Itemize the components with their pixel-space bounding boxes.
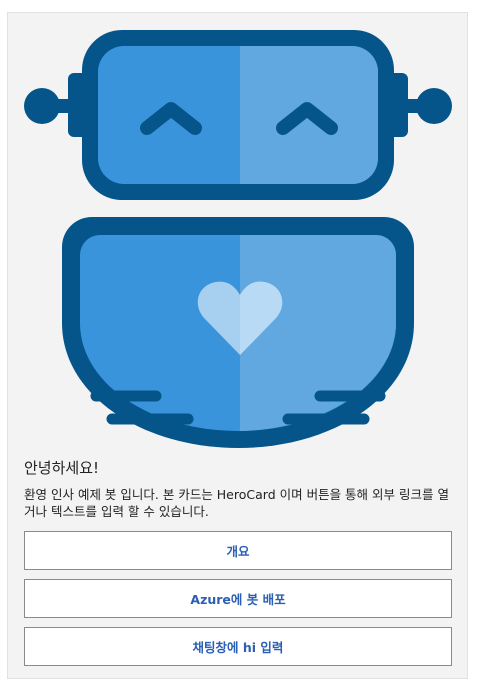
hero-card: 안녕하세요! 환영 인사 예제 봇 입니다. 본 카드는 HeroCard 이며… (7, 12, 468, 679)
overview-button[interactable]: 개요 (24, 531, 452, 570)
card-title: 안녕하세요! (24, 459, 100, 477)
type-hi-button[interactable]: 채팅창에 hi 입력 (24, 627, 452, 666)
robot-body (62, 217, 414, 448)
card-text: 환영 인사 예제 봇 입니다. 본 카드는 HeroCard 이며 버튼을 통해… (24, 487, 449, 519)
robot-head (24, 30, 452, 200)
robot-hero-image (24, 30, 452, 448)
deploy-to-azure-button[interactable]: Azure에 봇 배포 (24, 579, 452, 618)
